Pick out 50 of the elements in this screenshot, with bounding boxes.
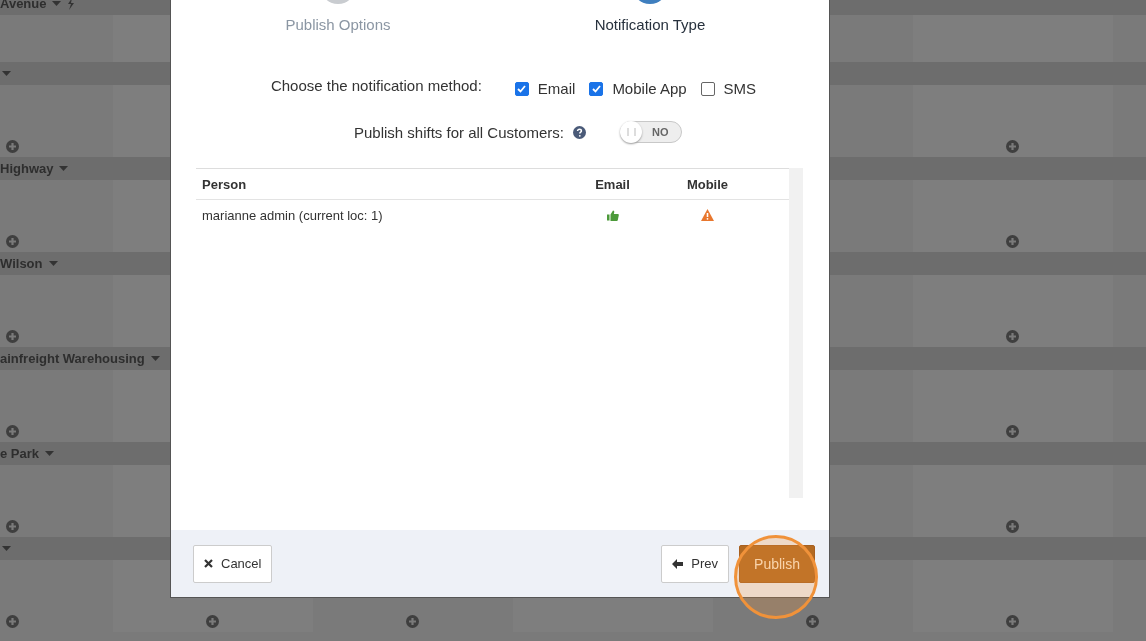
checkbox[interactable] bbox=[514, 81, 529, 96]
add-icon[interactable] bbox=[6, 520, 19, 533]
caret-icon[interactable] bbox=[59, 166, 69, 171]
publish-all-label: Publish shifts for all Customers: bbox=[353, 123, 565, 141]
caret-icon[interactable] bbox=[52, 1, 62, 6]
add-icon[interactable] bbox=[6, 235, 19, 248]
add-icon[interactable] bbox=[6, 330, 19, 343]
toggle-switch[interactable]: NO bbox=[620, 121, 683, 143]
lightning-icon bbox=[67, 0, 75, 10]
add-icon[interactable] bbox=[406, 615, 419, 628]
add-icon[interactable] bbox=[1006, 615, 1019, 628]
add-icon[interactable] bbox=[1006, 235, 1019, 248]
add-icon[interactable] bbox=[6, 425, 19, 438]
caret-icon[interactable] bbox=[48, 261, 58, 266]
checkbox-label[interactable]: SMS bbox=[723, 80, 757, 97]
scrollbar-track[interactable] bbox=[789, 168, 803, 498]
step-label[interactable]: Notification Type bbox=[594, 16, 706, 33]
group-name[interactable]: e Park bbox=[0, 446, 40, 461]
column-header: Email bbox=[594, 176, 631, 192]
add-icon[interactable] bbox=[206, 615, 219, 628]
checkbox-label[interactable]: Email bbox=[537, 80, 576, 97]
add-icon[interactable] bbox=[6, 615, 19, 628]
checkbox[interactable] bbox=[700, 81, 715, 96]
left-arrow-icon bbox=[672, 558, 684, 569]
warning-icon bbox=[701, 209, 714, 221]
add-icon[interactable] bbox=[1006, 520, 1019, 533]
cancel-button[interactable]: Cancel bbox=[193, 544, 273, 583]
close-icon bbox=[204, 559, 213, 568]
add-icon[interactable] bbox=[6, 140, 19, 153]
person-cell-text: marianne admin (current loc: 1) bbox=[201, 207, 384, 223]
add-icon[interactable] bbox=[1006, 330, 1019, 343]
add-icon[interactable] bbox=[1006, 140, 1019, 153]
column-header: Mobile bbox=[685, 176, 730, 192]
checkbox-label[interactable]: Mobile App bbox=[612, 80, 687, 97]
method-label: Choose the notification method: bbox=[270, 77, 482, 94]
help-icon[interactable] bbox=[573, 125, 587, 139]
caret-icon[interactable] bbox=[2, 71, 11, 76]
step-label[interactable]: Publish Options bbox=[285, 16, 391, 33]
caret-icon[interactable] bbox=[45, 451, 55, 456]
prev-button[interactable]: Prev bbox=[661, 544, 730, 583]
add-icon[interactable] bbox=[1006, 425, 1019, 438]
column-header: Person bbox=[201, 176, 248, 192]
group-name[interactable]: Highway bbox=[0, 161, 54, 176]
group-name[interactable]: ainfreight Warehousing bbox=[0, 351, 145, 366]
checkbox[interactable] bbox=[589, 81, 604, 96]
caret-icon[interactable] bbox=[2, 546, 11, 551]
caret-icon[interactable] bbox=[150, 356, 160, 361]
group-name[interactable]: Wilson bbox=[0, 256, 43, 271]
thumbs-up-icon bbox=[606, 209, 619, 221]
add-icon[interactable] bbox=[806, 615, 819, 628]
